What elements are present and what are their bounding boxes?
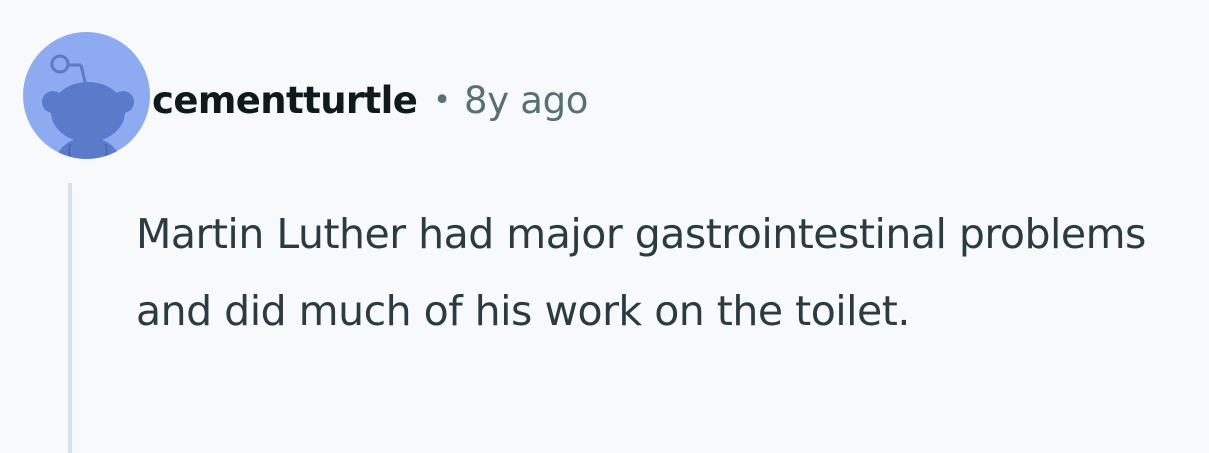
user-avatar[interactable] — [23, 32, 150, 159]
comment: cementturtle • 8y ago Martin Luther had … — [0, 0, 1209, 453]
comment-meta: cementturtle • 8y ago — [152, 76, 588, 124]
comment-body: Martin Luther had major gastrointestinal… — [136, 210, 1146, 335]
username-link[interactable]: cementturtle — [152, 79, 418, 122]
timestamp-link[interactable]: 8y ago — [464, 79, 589, 122]
reddit-snoo-avatar-icon — [42, 54, 134, 159]
thread-collapse-line[interactable] — [68, 183, 72, 453]
separator-dot: • — [433, 82, 451, 118]
